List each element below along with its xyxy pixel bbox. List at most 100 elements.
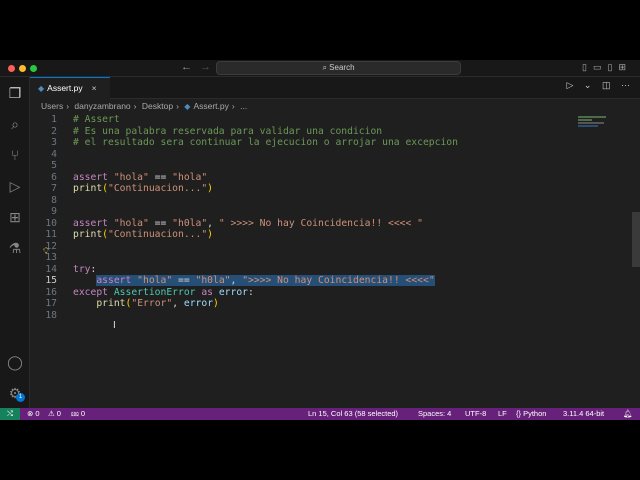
more-actions-button[interactable]: ···: [621, 80, 630, 90]
code-line[interactable]: 15 assert "hola" == "h0la", ">>>> No hay…: [30, 275, 630, 287]
run-menu-chevron-icon[interactable]: ⌄: [584, 80, 592, 90]
code-token: :: [90, 263, 97, 275]
forward-button[interactable]: →: [200, 61, 211, 73]
code-line[interactable]: 6 assert "hola" == "hola": [30, 172, 630, 184]
code-token: "h0la": [195, 275, 231, 287]
line-number: 5: [51, 160, 57, 172]
code-token: "hola": [172, 171, 208, 183]
breadcrumb-item[interactable]: Desktop: [142, 101, 173, 111]
code-line[interactable]: 5: [30, 160, 630, 172]
python-interpreter[interactable]: 3.11.4 64-bit: [563, 408, 604, 420]
run-python-button[interactable]: ▷: [566, 80, 573, 90]
indentation[interactable]: Spaces: 4: [418, 408, 451, 420]
tab-bar: ◆ Assert.py × ▷ ⌄ ◫ ···: [30, 77, 640, 99]
code-line[interactable]: 8: [30, 195, 630, 207]
code-line[interactable]: 12: [30, 241, 630, 253]
close-tab-icon[interactable]: ×: [92, 83, 97, 93]
code-token: ): [207, 229, 214, 241]
minimap[interactable]: [578, 116, 608, 132]
accounts-icon[interactable]: ◯: [6, 353, 24, 371]
activity-bar: ❐ ⌕ ⑂ ▷ ⊞ ⚗ ◯ ⚙ 1: [0, 77, 30, 408]
notification-badge: 1: [16, 393, 25, 402]
line-text: assert "hola" == "h0la", ">>>> No hay Co…: [73, 275, 435, 287]
breadcrumb-item[interactable]: Users: [41, 101, 63, 111]
line-number: 17: [45, 298, 57, 310]
extensions-icon[interactable]: ⊞: [6, 208, 24, 226]
mouse-text-cursor: I: [113, 320, 116, 331]
customize-layout-icon[interactable]: ⊞: [618, 62, 632, 72]
code-token: ,: [207, 217, 219, 229]
vertical-scrollbar[interactable]: [632, 212, 640, 267]
source-control-icon[interactable]: ⑂: [6, 146, 24, 164]
remote-indicator-icon[interactable]: ⤭: [0, 408, 20, 420]
code-token: "Continuacion...": [108, 229, 208, 241]
line-text: assert "hola" == "h0la", " >>>> No hay C…: [73, 218, 423, 230]
code-line[interactable]: 2 # Es una palabra reservada para validar…: [30, 126, 630, 138]
notifications-bell-icon[interactable]: 🔔︎: [623, 408, 633, 420]
code-token: "hola": [113, 217, 149, 229]
line-text: print("Continuacion..."): [73, 229, 213, 241]
code-line[interactable]: 3 # el resultado sera continuar la ejecuc…: [30, 137, 630, 149]
code-editor[interactable]: 1 # Assert 2 # Es una palabra reservada par…: [30, 114, 630, 404]
encoding[interactable]: UTF-8: [465, 408, 486, 420]
maximize-window-button[interactable]: [30, 65, 37, 72]
code-line[interactable]: 16 except AssertionError as error:: [30, 287, 630, 299]
line-text: except AssertionError as error:: [73, 287, 254, 299]
errors-count[interactable]: ⊗ 0: [27, 408, 40, 420]
language-mode[interactable]: {} Python: [516, 408, 546, 420]
manage-gear-icon[interactable]: ⚙ 1: [6, 384, 25, 402]
close-window-button[interactable]: [8, 65, 15, 72]
line-number: 4: [51, 148, 57, 160]
breadcrumb-item[interactable]: Assert.py: [193, 101, 228, 111]
code-token: AssertionError: [113, 286, 196, 298]
code-line[interactable]: 17 print("Error", error): [30, 298, 630, 310]
code-line[interactable]: 11 print("Continuacion..."): [30, 229, 630, 241]
breadcrumb-item[interactable]: ...: [240, 101, 247, 111]
code-line[interactable]: 1 # Assert: [30, 114, 630, 126]
cursor-position[interactable]: Ln 15, Col 63 (58 selected): [308, 408, 398, 420]
line-text: print("Error", error): [73, 298, 219, 310]
breadcrumb: Users › danyzambrano › Desktop › ◆ Assert.py…: [41, 101, 248, 111]
code-line[interactable]: 9: [30, 206, 630, 218]
line-number: 14: [45, 263, 57, 275]
code-token: ,: [172, 298, 184, 310]
end-of-line[interactable]: LF: [498, 408, 507, 420]
explorer-icon[interactable]: ❐: [6, 84, 24, 102]
testing-icon[interactable]: ⚗: [6, 239, 24, 257]
run-debug-icon[interactable]: ▷: [6, 177, 24, 195]
line-text: assert "hola" == "hola": [73, 172, 207, 184]
code-line[interactable]: 13: [30, 252, 630, 264]
command-center-search[interactable]: ⌕ Search: [216, 61, 461, 75]
code-token: ==: [148, 171, 173, 183]
code-token: ==: [148, 217, 173, 229]
line-text: print("Continuacion..."): [73, 183, 213, 195]
toggle-sidebar-icon[interactable]: ▯: [582, 62, 593, 72]
ports-count[interactable]: ⅏ 0: [71, 408, 85, 420]
code-line[interactable]: 14 try:: [30, 264, 630, 276]
line-number: 1: [51, 114, 57, 125]
back-button[interactable]: ←: [181, 61, 192, 73]
code-line[interactable]: 4: [30, 149, 630, 161]
code-token: print: [73, 183, 103, 195]
minimize-window-button[interactable]: [19, 65, 26, 72]
line-number: 18: [45, 310, 57, 321]
code-token: error: [218, 286, 248, 298]
warnings-count[interactable]: ⚠ 0: [48, 408, 61, 420]
code-token: "Error": [131, 298, 173, 310]
code-line[interactable]: 10 assert "hola" == "h0la", " >>>> No hay…: [30, 218, 630, 230]
toggle-secondary-sidebar-icon[interactable]: ▯: [608, 62, 619, 72]
breadcrumb-item[interactable]: danyzambrano: [74, 101, 130, 111]
code-line[interactable]: 18: [30, 310, 630, 322]
code-token: ,: [230, 275, 243, 287]
toggle-panel-icon[interactable]: ▭: [593, 62, 608, 72]
tab-label: Assert.py: [47, 83, 83, 93]
code-line[interactable]: 7 print("Continuacion..."): [30, 183, 630, 195]
code-token: ): [207, 183, 214, 195]
search-icon[interactable]: ⌕: [6, 115, 24, 133]
line-number: 11: [45, 229, 57, 241]
line-number: 8: [51, 194, 57, 206]
lightbulb-icon[interactable]: 💡︎: [43, 246, 49, 257]
tab-assert-py[interactable]: ◆ Assert.py ×: [30, 77, 110, 99]
split-editor-button[interactable]: ◫: [602, 80, 611, 90]
